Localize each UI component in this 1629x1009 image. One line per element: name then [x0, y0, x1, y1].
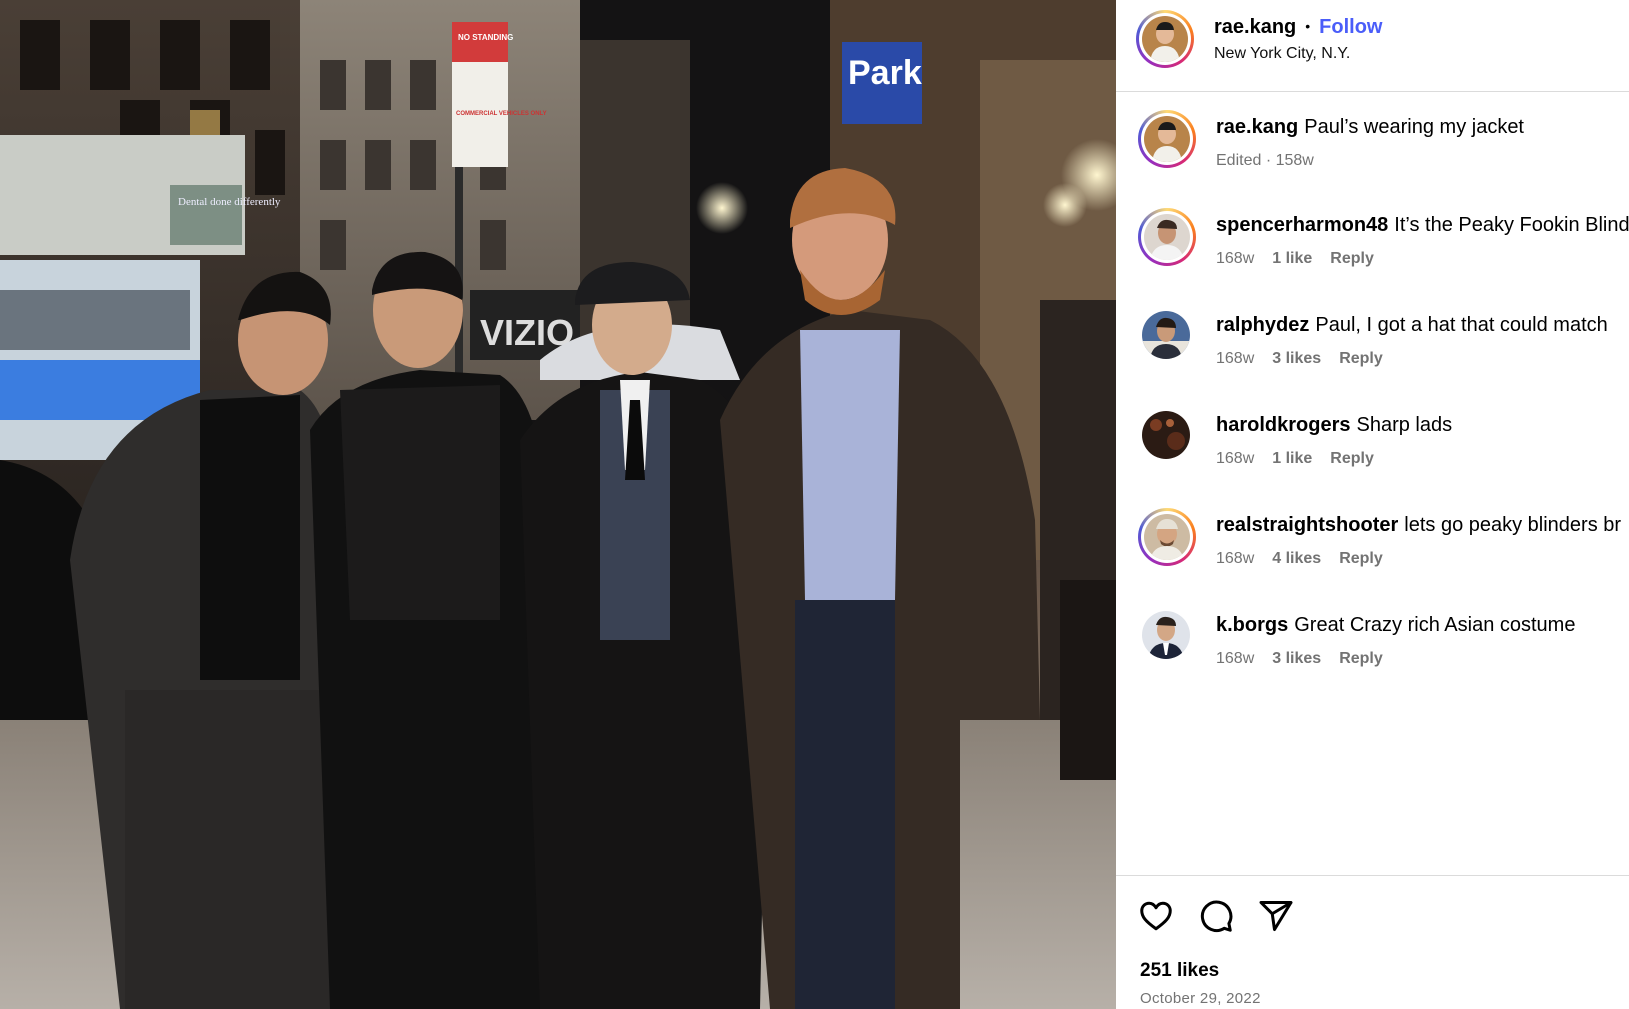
- author-avatar-ring[interactable]: [1136, 10, 1194, 68]
- comment-time[interactable]: 168w: [1216, 350, 1254, 367]
- comment-item: realstraightshooter lets go peaky blinder…: [1116, 503, 1629, 599]
- comment-text: lets go peaky blinders br: [1404, 514, 1622, 536]
- commenter-avatar-ring[interactable]: [1138, 508, 1196, 566]
- caption-username[interactable]: rae.kang: [1216, 116, 1298, 138]
- comment-meta: 168w 1 like Reply: [1216, 249, 1392, 269]
- header-user-line: rae.kang • Follow: [1214, 14, 1383, 39]
- caption-meta: Edited · 158w: [1216, 151, 1332, 171]
- comment-text-line: realstraightshooter lets go peaky blinder…: [1216, 513, 1621, 537]
- comment-time[interactable]: 168w: [1216, 250, 1254, 267]
- comment-time[interactable]: 168w: [1216, 550, 1254, 567]
- follow-button[interactable]: Follow: [1319, 16, 1382, 38]
- comment-text: Sharp lads: [1356, 414, 1453, 436]
- reply-button[interactable]: Reply: [1339, 550, 1383, 567]
- street-scene: Dental done differently Park NO STANDING…: [0, 0, 1116, 1009]
- post-sidebar: rae.kang • Follow New York City, N.Y. rae.…: [1116, 0, 1629, 1009]
- comment-likes[interactable]: 3 likes: [1272, 350, 1321, 367]
- comment-item: k.borgs Great Crazy rich Asian costume 16…: [1116, 603, 1629, 699]
- comment-username[interactable]: ralphydez: [1216, 314, 1309, 336]
- commenter-avatar: [1144, 514, 1190, 560]
- parking-sign-text: Park: [848, 54, 922, 92]
- commenter-avatar: [1144, 214, 1190, 260]
- street-sign-mid: COMMERCIAL VEHICLES ONLY: [456, 111, 547, 117]
- reply-button[interactable]: Reply: [1330, 450, 1374, 467]
- comment-text: Paul, I got a hat that could match: [1315, 314, 1608, 336]
- share-icon[interactable]: [1258, 898, 1294, 934]
- caption-text-line: rae.kang Paul’s wearing my jacket: [1216, 115, 1524, 139]
- caption-text: Paul’s wearing my jacket: [1304, 116, 1524, 138]
- commenter-avatar-ring[interactable]: [1138, 208, 1196, 266]
- comment-likes[interactable]: 3 likes: [1272, 650, 1321, 667]
- comment-text: It’s the Peaky Fookin Blinde: [1394, 214, 1629, 236]
- post-header: rae.kang • Follow New York City, N.Y.: [1116, 0, 1629, 92]
- likes-count[interactable]: 251 likes: [1140, 960, 1219, 982]
- comment-time[interactable]: 168w: [1216, 450, 1254, 467]
- comment-text-line: k.borgs Great Crazy rich Asian costume: [1216, 613, 1575, 637]
- caption-avatar: [1144, 116, 1190, 162]
- reply-button[interactable]: Reply: [1339, 650, 1383, 667]
- comment-item: haroldkrogers Sharp lads 168w 1 like Reply: [1116, 403, 1629, 499]
- separator-dot: •: [1305, 18, 1311, 34]
- dental-sign-text: Dental done differently: [178, 196, 281, 208]
- heart-icon[interactable]: [1138, 898, 1174, 934]
- comment-time[interactable]: 168w: [1216, 650, 1254, 667]
- comment-text-line: haroldkrogers Sharp lads: [1216, 413, 1452, 437]
- post-date[interactable]: October 29, 2022: [1140, 990, 1261, 1007]
- comment-meta: 168w 3 likes Reply: [1216, 349, 1401, 369]
- post-actions: 251 likes October 29, 2022: [1116, 875, 1629, 1009]
- comment-username[interactable]: spencerharmon48: [1216, 214, 1388, 236]
- comment-icon[interactable]: [1198, 898, 1234, 934]
- comment-likes[interactable]: 1 like: [1272, 450, 1312, 467]
- comment-text-line: spencerharmon48 It’s the Peaky Fookin Bli…: [1216, 213, 1629, 237]
- reply-button[interactable]: Reply: [1339, 350, 1383, 367]
- comment-meta: 168w 3 likes Reply: [1216, 649, 1401, 669]
- comment-item: spencerharmon48 It’s the Peaky Fookin Bli…: [1116, 203, 1629, 299]
- comment-username[interactable]: k.borgs: [1216, 614, 1288, 636]
- commenter-avatar[interactable]: [1142, 611, 1190, 659]
- comment-likes[interactable]: 4 likes: [1272, 550, 1321, 567]
- comment-item: ralphydez Paul, I got a hat that could ma…: [1116, 303, 1629, 399]
- comment-username[interactable]: realstraightshooter: [1216, 514, 1398, 536]
- caption-avatar-ring[interactable]: [1138, 110, 1196, 168]
- comment-username[interactable]: haroldkrogers: [1216, 414, 1350, 436]
- comment-text-line: ralphydez Paul, I got a hat that could ma…: [1216, 313, 1608, 337]
- post-caption: rae.kang Paul’s wearing my jacket Edited …: [1116, 105, 1629, 201]
- commenter-avatar[interactable]: [1142, 411, 1190, 459]
- author-username[interactable]: rae.kang: [1214, 16, 1296, 38]
- comment-meta: 168w 4 likes Reply: [1216, 549, 1401, 569]
- comment-text: Great Crazy rich Asian costume: [1294, 614, 1576, 636]
- author-avatar: [1142, 16, 1188, 62]
- commenter-avatar[interactable]: [1142, 311, 1190, 359]
- caption-edited-time: Edited · 158w: [1216, 152, 1314, 169]
- post-photo[interactable]: Dental done differently Park NO STANDING…: [0, 0, 1116, 1009]
- post-location[interactable]: New York City, N.Y.: [1214, 44, 1350, 64]
- reply-button[interactable]: Reply: [1330, 250, 1374, 267]
- street-sign-top: NO STANDING: [458, 33, 513, 42]
- comment-likes[interactable]: 1 like: [1272, 250, 1312, 267]
- comment-meta: 168w 1 like Reply: [1216, 449, 1392, 469]
